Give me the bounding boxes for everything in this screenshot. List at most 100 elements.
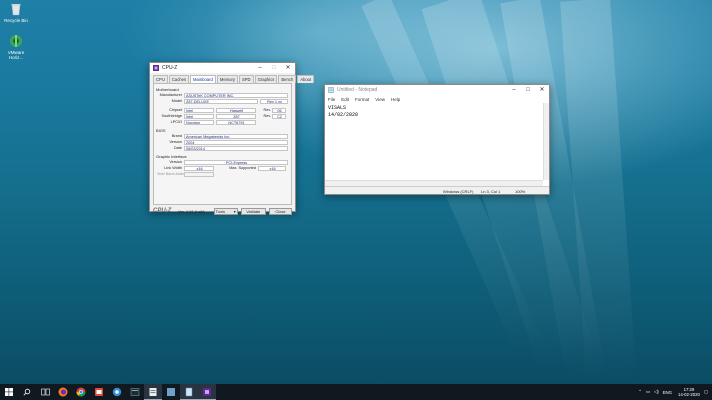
tools-button[interactable]: Tools ▾ xyxy=(213,207,238,215)
southbridge-rev-label: Rev. xyxy=(263,114,271,118)
chipset-rev-label: Rev. xyxy=(263,108,271,112)
notepad-app-icon xyxy=(328,87,334,93)
bios-brand-label: Brand xyxy=(171,134,182,138)
volume-icon[interactable]: ◁) xyxy=(654,389,659,395)
taskbar-app-notepad[interactable] xyxy=(180,384,198,400)
menu-edit[interactable]: Edit xyxy=(341,97,349,102)
taskbar-app[interactable] xyxy=(162,384,180,400)
bios-date-value: 06/03/2014 xyxy=(184,145,288,151)
taskbar: ⌃ ▭ ◁) ENG 17:29 14-02-2020 ▢ xyxy=(0,384,712,400)
chipset-vendor-value: Intel xyxy=(184,107,214,113)
input-language[interactable]: ENG xyxy=(663,390,672,395)
status-position: Ln 3, Col 1 xyxy=(481,189,501,194)
taskbar-app-active[interactable] xyxy=(144,384,162,400)
cpuz-titlebar[interactable]: CPU-Z – □ ✕ xyxy=(150,63,295,73)
gi-version-value: PCI-Express xyxy=(184,159,288,165)
taskbar-app-firefox[interactable] xyxy=(54,384,72,400)
status-zoom: 100% xyxy=(515,189,526,194)
southbridge-rev-value: C2 xyxy=(272,113,286,119)
firefox-icon xyxy=(58,387,68,397)
southbridge-name-value: Z87 xyxy=(216,113,256,119)
search-icon xyxy=(23,388,31,396)
chrome-icon xyxy=(76,387,86,397)
tab-graphics[interactable]: Graphics xyxy=(254,75,278,83)
max-supported-label: Max. Supported xyxy=(229,166,256,170)
bios-brand-value: American Megatrends Inc. xyxy=(184,133,288,139)
gi-version-label: Version xyxy=(169,160,182,164)
desktop-icon-label: Recycle Bin xyxy=(4,18,28,23)
taskbar-app-cpuz[interactable] xyxy=(198,384,216,400)
minimize-button[interactable]: – xyxy=(507,85,521,95)
maximize-button[interactable]: □ xyxy=(267,63,281,73)
maximize-button[interactable]: □ xyxy=(521,85,535,95)
chevron-down-icon: ▾ xyxy=(233,208,236,214)
windows-start-icon xyxy=(5,388,13,396)
chipset-label: Chipset xyxy=(169,108,182,112)
link-width-value: x16 xyxy=(184,165,214,171)
notepad-text-area[interactable]: VISALS 14/02/2020 xyxy=(328,105,358,118)
task-view-button[interactable] xyxy=(36,384,54,400)
menu-help[interactable]: Help xyxy=(391,97,400,102)
close-app-button[interactable]: Close xyxy=(268,207,292,215)
southbridge-vendor-value: Intel xyxy=(184,113,214,119)
manufacturer-value: ASUSTeK COMPUTER INC. xyxy=(184,92,288,98)
menu-file[interactable]: File xyxy=(328,97,335,102)
clock[interactable]: 17:29 14-02-2020 xyxy=(678,387,700,397)
notepad-titlebar[interactable]: Untitled - Notepad – □ ✕ xyxy=(325,85,549,95)
close-button[interactable]: ✕ xyxy=(281,63,295,73)
model-rev-value: Rev 1.xx xyxy=(260,98,288,104)
chevron-up-icon[interactable]: ⌃ xyxy=(638,389,642,395)
chipset-name-value: Haswell xyxy=(216,107,256,113)
network-icon[interactable]: ▭ xyxy=(646,389,650,395)
cpuz-window: CPU-Z – □ ✕ CPU Caches Mainboard Memory … xyxy=(149,62,315,215)
status-encoding: Windows (CRLF) xyxy=(443,189,474,194)
tab-spd[interactable]: SPD xyxy=(238,75,254,83)
app-icon xyxy=(149,387,157,396)
tab-cpu[interactable]: CPU xyxy=(153,75,168,83)
bios-version-label: Version xyxy=(169,140,182,144)
notepad-window: Untitled - Notepad – □ ✕ File Edit Forma… xyxy=(324,84,550,195)
cpuz-mainboard-panel: Motherboard Manufacturer ASUSTeK COMPUTE… xyxy=(153,83,292,205)
menu-view[interactable]: View xyxy=(375,97,385,102)
search-button[interactable] xyxy=(18,384,36,400)
vertical-scrollbar[interactable] xyxy=(543,103,549,180)
app-icon xyxy=(112,387,122,397)
bios-version-value: 2004 xyxy=(184,139,288,145)
desktop-icon-recycle-bin[interactable]: Recycle Bin xyxy=(2,2,30,23)
taskbar-app[interactable] xyxy=(126,384,144,400)
validate-button[interactable]: Validate xyxy=(240,207,266,215)
side-band-value xyxy=(184,171,214,177)
system-tray: ⌃ ▭ ◁) ENG 17:29 14-02-2020 ▢ xyxy=(638,384,712,400)
lpcio-name-value: NCT6791 xyxy=(216,119,256,125)
bios-date-label: Date xyxy=(173,146,182,150)
notepad-statusbar: Windows (CRLF) Ln 3, Col 1 100% xyxy=(325,186,549,194)
cpuz-footer: CPU-Z Ver. 1.91.0.x64 Tools ▾ Validate C… xyxy=(150,205,295,217)
southbridge-label: Southbridge xyxy=(161,114,182,118)
tab-about[interactable]: About xyxy=(297,75,315,83)
notification-icon[interactable]: ▢ xyxy=(704,389,708,395)
desktop-icon-vmware[interactable]: VMware Horiz... xyxy=(2,34,30,60)
tab-memory[interactable]: Memory xyxy=(216,75,238,83)
cpuz-tabs: CPU Caches Mainboard Memory SPD Graphics… xyxy=(150,73,315,83)
minimize-button[interactable]: – xyxy=(253,63,267,73)
cpuz-title: CPU-Z xyxy=(162,65,178,71)
link-width-label: Link Width xyxy=(164,166,182,170)
tools-button-label: Tools xyxy=(215,208,225,214)
start-button[interactable] xyxy=(0,384,18,400)
tab-caches[interactable]: Caches xyxy=(168,75,190,83)
close-button[interactable]: ✕ xyxy=(535,85,549,95)
app-icon xyxy=(185,387,193,396)
desktop-icon-label: VMware Horiz... xyxy=(7,50,25,60)
taskbar-app[interactable] xyxy=(90,384,108,400)
taskbar-app-chrome[interactable] xyxy=(72,384,90,400)
taskbar-app[interactable] xyxy=(108,384,126,400)
tab-mainboard[interactable]: Mainboard xyxy=(190,75,216,83)
notepad-menubar: File Edit Format View Help xyxy=(325,95,549,103)
app-icon xyxy=(130,388,140,396)
model-label: Model xyxy=(171,99,182,103)
tab-bench[interactable]: Bench xyxy=(278,75,297,83)
recycle-bin-icon xyxy=(9,2,23,16)
clock-date: 14-02-2020 xyxy=(677,392,700,397)
notepad-title: Untitled - Notepad xyxy=(337,87,378,93)
menu-format[interactable]: Format xyxy=(355,97,369,102)
